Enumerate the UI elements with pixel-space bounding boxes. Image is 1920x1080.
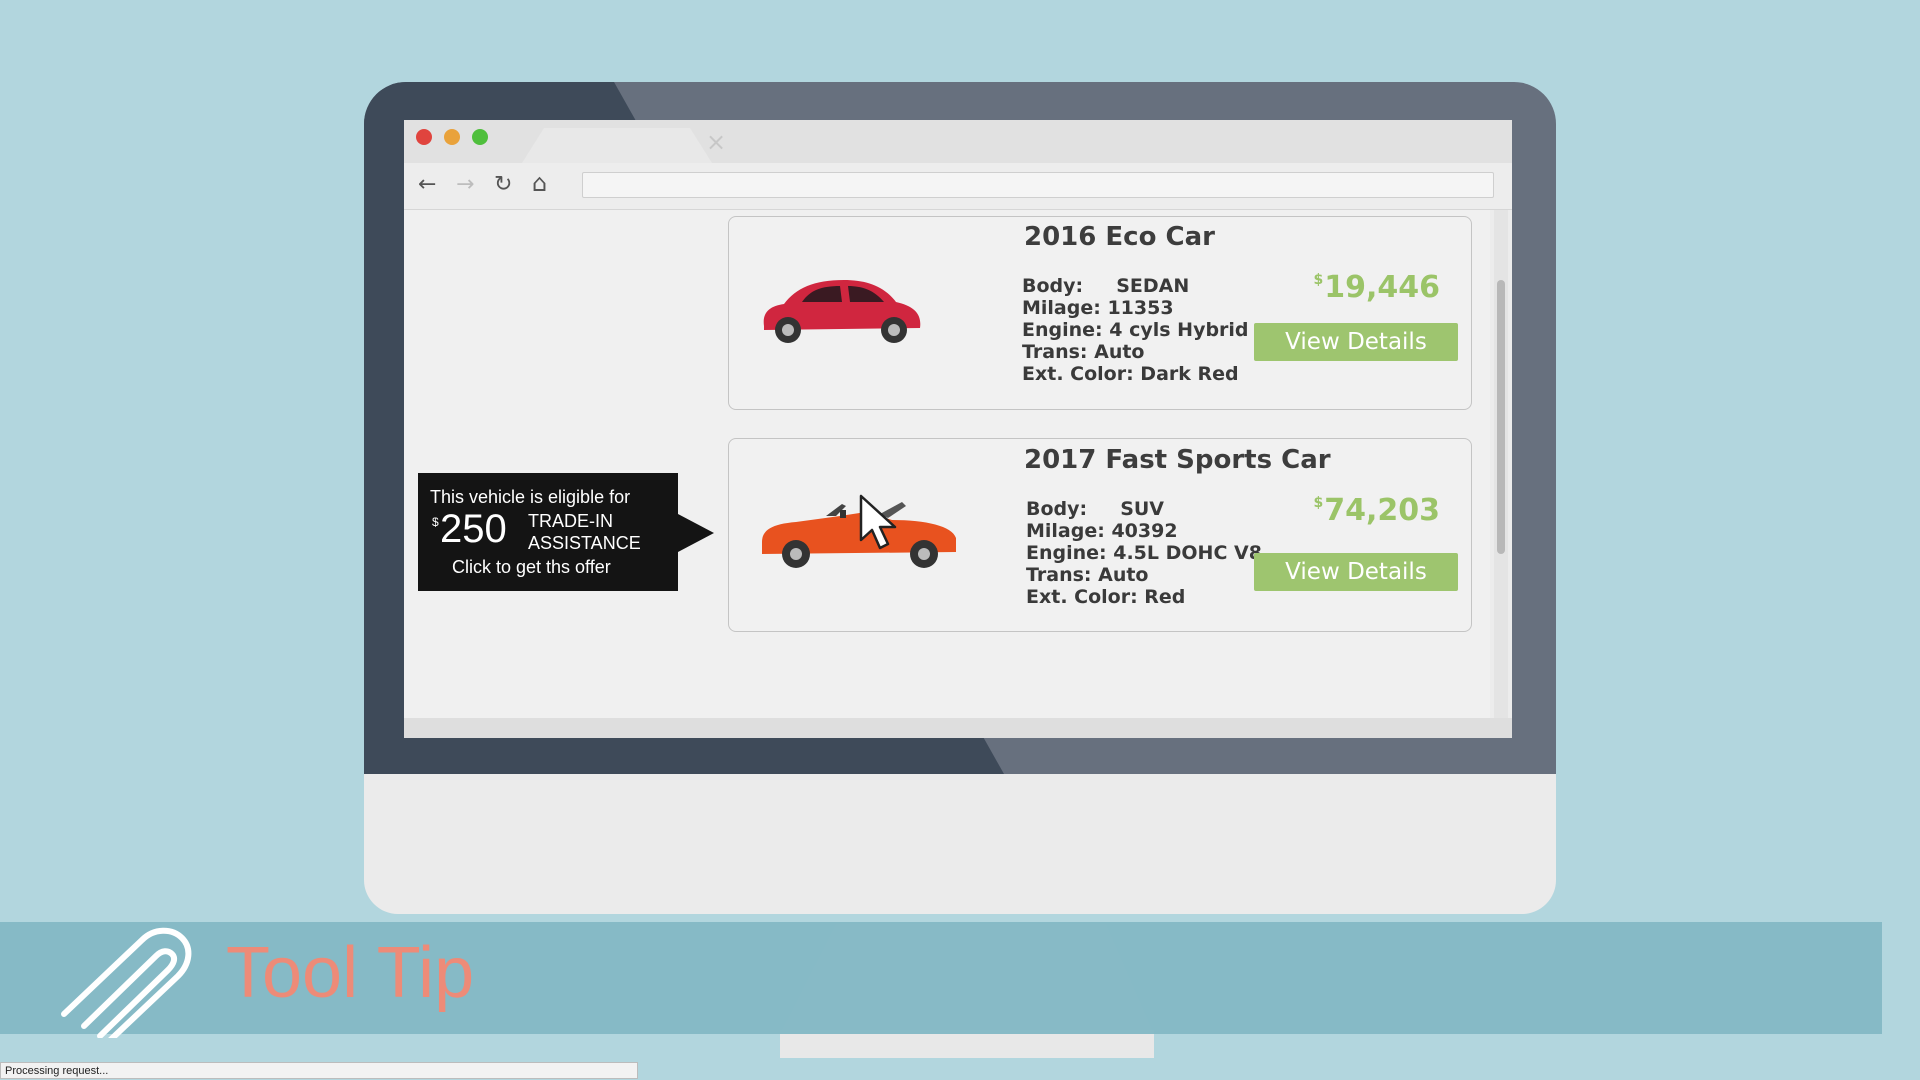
address-bar[interactable] [582, 172, 1494, 198]
tab-close-icon[interactable]: × [706, 130, 726, 154]
listing-specs: Body: SEDAN Milage: 11353 Engine: 4 cyls… [1022, 275, 1249, 385]
listing-title: 2017 Fast Sports Car [1024, 445, 1331, 475]
mouse-pointer-icon [859, 494, 897, 550]
listing-title: 2016 Eco Car [1024, 222, 1215, 252]
status-bar: Processing request... [0, 1062, 638, 1079]
spec-body: Body: SUV [1026, 498, 1165, 520]
tooltip-assistance: ASSISTANCE [528, 533, 641, 553]
price-currency: $ [1313, 495, 1324, 511]
reload-icon[interactable]: ↻ [494, 173, 512, 197]
vertical-scrollbar-thumb[interactable] [1497, 280, 1505, 554]
window-close-button[interactable] [416, 129, 432, 145]
price-value: 74,203 [1324, 493, 1440, 528]
back-arrow-icon[interactable]: ← [418, 173, 436, 197]
spec-color: Ext. Color: Red [1026, 586, 1186, 608]
banner-title: Tool Tip [226, 933, 475, 1013]
tooltip-eligible-text: This vehicle is eligible for [430, 487, 631, 507]
spec-trans: Trans: Auto [1026, 564, 1149, 586]
monitor-stand-base [780, 1030, 1154, 1058]
spec-engine: Engine: 4 cyls Hybrid [1022, 319, 1249, 341]
tooltip-trade-in: TRADE-IN [528, 511, 613, 531]
spec-milage: Milage: 11353 [1022, 297, 1174, 319]
price-currency: $ [1313, 272, 1324, 288]
price-value: 19,446 [1324, 270, 1440, 305]
listing-specs: Body: SUV Milage: 40392 Engine: 4.5L DOH… [1026, 498, 1262, 608]
window-minimize-button[interactable] [444, 129, 460, 145]
tooltip-amount: 250 [440, 507, 507, 551]
tooltip-cta: Click to get ths offer [452, 557, 611, 577]
trade-in-tooltip[interactable]: This vehicle is eligible for $ 250 TRADE… [418, 473, 678, 591]
listing-price: $74,203 [1280, 493, 1440, 528]
monitor-chin [364, 774, 1556, 914]
horizontal-scrollbar[interactable] [404, 718, 1512, 738]
spec-color: Ext. Color: Dark Red [1022, 363, 1239, 385]
browser-tab[interactable] [522, 128, 712, 163]
forward-arrow-icon[interactable]: → [456, 173, 474, 197]
window-maximize-button[interactable] [472, 129, 488, 145]
eco-car-image [763, 280, 921, 343]
browser-window: × ← → ↻ ⌂ 2016 Eco Car Body: SEDAN Milag… [404, 120, 1512, 738]
home-icon[interactable]: ⌂ [532, 171, 547, 195]
tooltip-currency: $ [432, 515, 439, 529]
listing-price: $19,446 [1280, 270, 1440, 305]
spec-milage: Milage: 40392 [1026, 520, 1178, 542]
spec-engine: Engine: 4.5L DOHC V8 [1026, 542, 1262, 564]
paperclip-icon [61, 927, 192, 1038]
spec-trans: Trans: Auto [1022, 341, 1145, 363]
view-details-button[interactable]: View Details [1254, 553, 1458, 591]
view-details-button[interactable]: View Details [1254, 323, 1458, 361]
spec-body: Body: SEDAN [1022, 275, 1190, 297]
